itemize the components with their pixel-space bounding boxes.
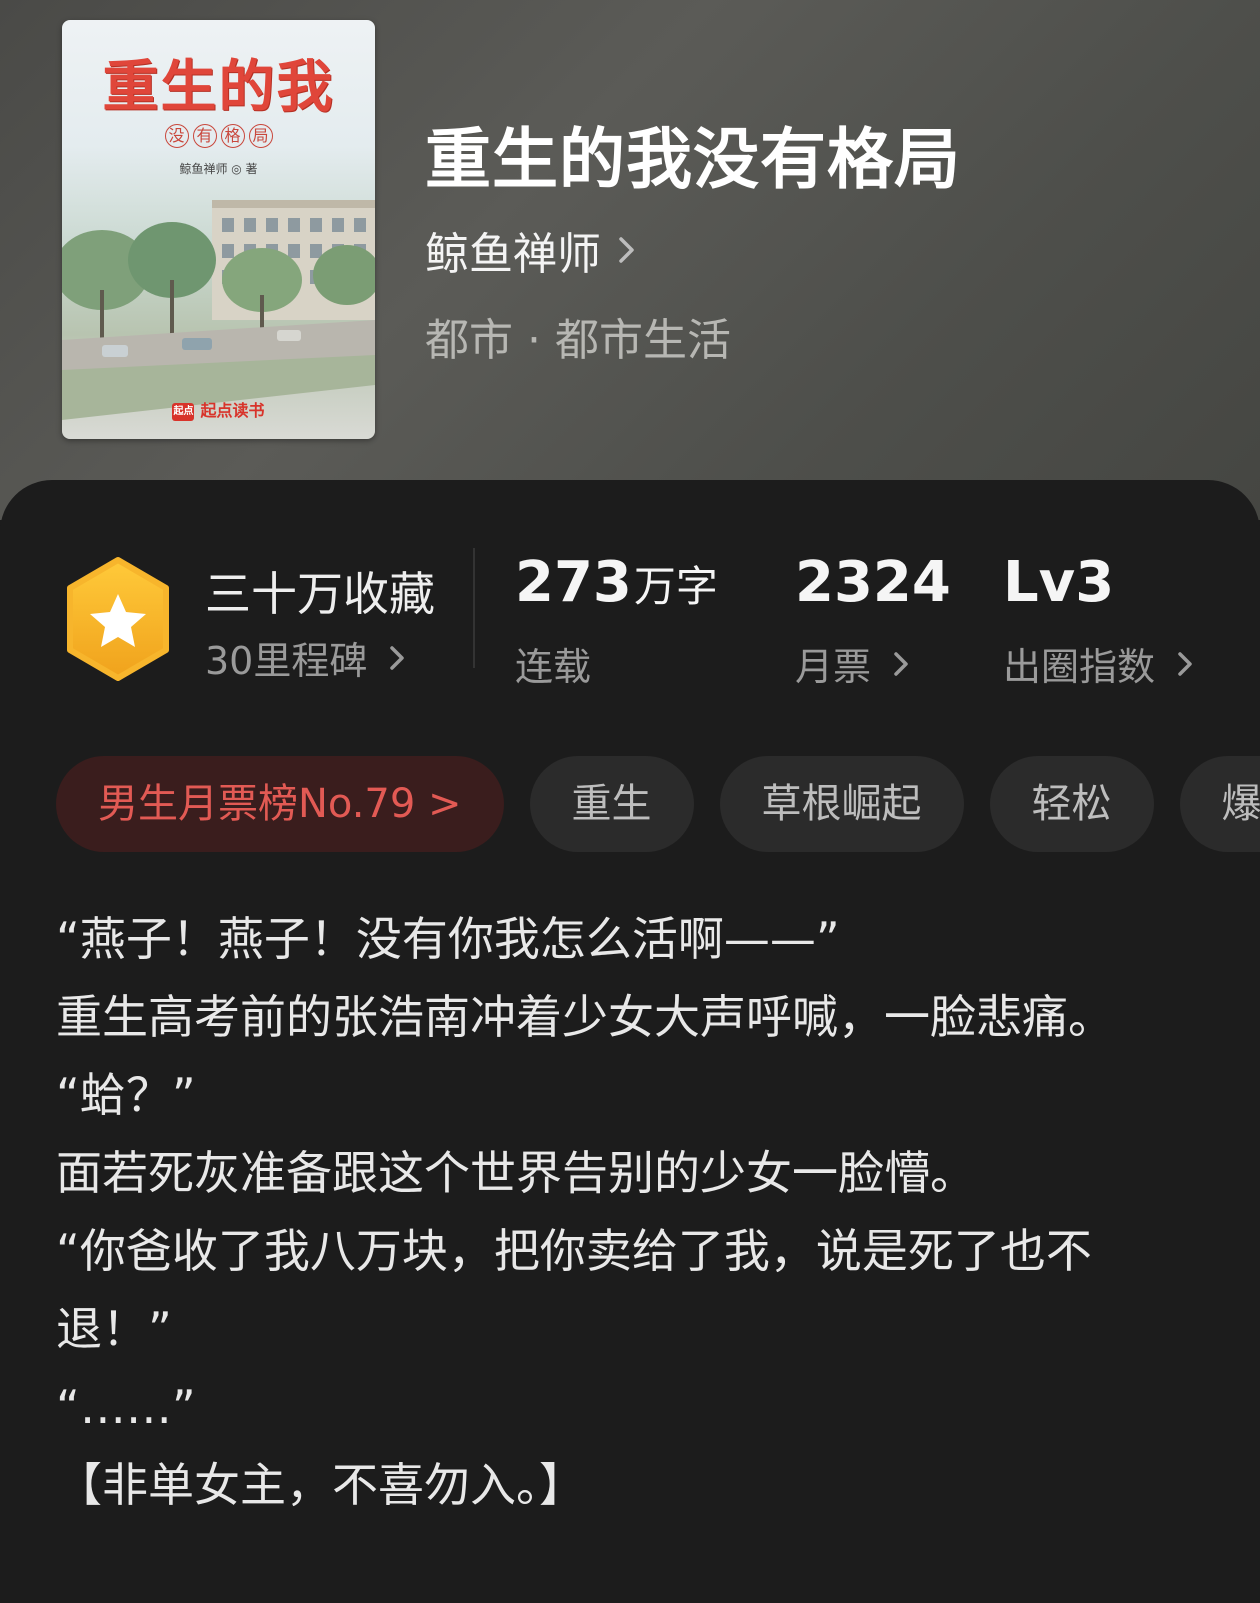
chevron-right-icon: [619, 237, 634, 263]
tag-chip[interactable]: 草根崛起: [719, 756, 964, 852]
cover-subtitle-char: 有: [192, 124, 217, 148]
stats-divider: [473, 548, 475, 668]
level-value: Lv3: [1003, 550, 1115, 615]
word-count-unit: 万字: [633, 562, 718, 611]
brand-logo-icon: 起点: [172, 402, 195, 421]
tag-chip[interactable]: 轻松: [989, 756, 1154, 852]
description-line: 【非单女主，不喜勿入。】: [56, 1458, 585, 1512]
monthly-tickets-count: 2324: [795, 550, 951, 615]
book-description[interactable]: “燕子！燕子！没有你我怎么活啊——” 重生高考前的张浩南冲着少女大声呼喊，一脸悲…: [56, 900, 1206, 1524]
word-count-number: 273: [515, 550, 632, 615]
cover-subtitle: 没有格局: [62, 124, 375, 148]
description-line: “……”: [56, 1380, 196, 1434]
monthly-tickets-label: 月票: [795, 645, 872, 689]
cover-brand: 起点 起点读书: [62, 397, 375, 421]
influence-link[interactable]: 出圈指数: [1003, 636, 1193, 691]
favorites-label: 三十万收藏: [205, 567, 435, 621]
tag-chip[interactable]: 重生: [529, 756, 694, 852]
star-hexagon-icon[interactable]: [62, 556, 174, 682]
book-genre: 都市 · 都市生活: [425, 315, 731, 366]
description-line: “你爸收了我八万块，把你卖给了我，说是死了也不退！”: [56, 1224, 1092, 1356]
description-line: 面若死灰准备跟这个世界告别的少女一脸懵。: [56, 1146, 976, 1200]
description-line: 重生高考前的张浩南冲着少女大声呼喊，一脸悲痛。: [56, 990, 1114, 1044]
milestone-label: 30里程碑: [205, 639, 368, 683]
chevron-right-icon: [1178, 651, 1192, 676]
author-name: 鲸鱼禅师: [425, 229, 601, 280]
cover-subtitle-char: 格: [220, 124, 245, 148]
monthly-tickets-link[interactable]: 月票: [795, 636, 909, 691]
milestone-link[interactable]: 30里程碑: [205, 630, 405, 685]
book-header: 重生的我 没有格局 鲸鱼禅师 ◎ 著 起点 起点读书 重生的我没有格局 鲸鱼禅师…: [0, 0, 1260, 520]
chevron-right-icon: [390, 645, 405, 670]
author-link[interactable]: 鲸鱼禅师: [425, 218, 637, 282]
tag-chip[interactable]: 爆笑: [1179, 756, 1260, 852]
description-line: “蛤？”: [56, 1068, 196, 1122]
cover-subtitle-char: 局: [248, 124, 273, 148]
status-label: 连载: [515, 645, 592, 689]
cover-brand-label: 起点读书: [200, 401, 265, 420]
word-count: 273万字: [515, 550, 718, 615]
book-cover[interactable]: 重生的我 没有格局 鲸鱼禅师 ◎ 著 起点 起点读书: [62, 20, 375, 439]
rank-tag[interactable]: 男生月票榜No.79 >: [56, 756, 504, 852]
cover-subtitle-char: 没: [164, 124, 189, 148]
book-title: 重生的我没有格局: [425, 120, 961, 198]
influence-label: 出圈指数: [1003, 645, 1156, 689]
cover-title: 重生的我: [102, 54, 335, 120]
tag-row[interactable]: 男生月票榜No.79 > 重生草根崛起轻松爆笑: [56, 756, 1260, 854]
chevron-right-icon: [894, 651, 908, 676]
description-line: “燕子！燕子！没有你我怎么活啊——”: [56, 912, 840, 966]
